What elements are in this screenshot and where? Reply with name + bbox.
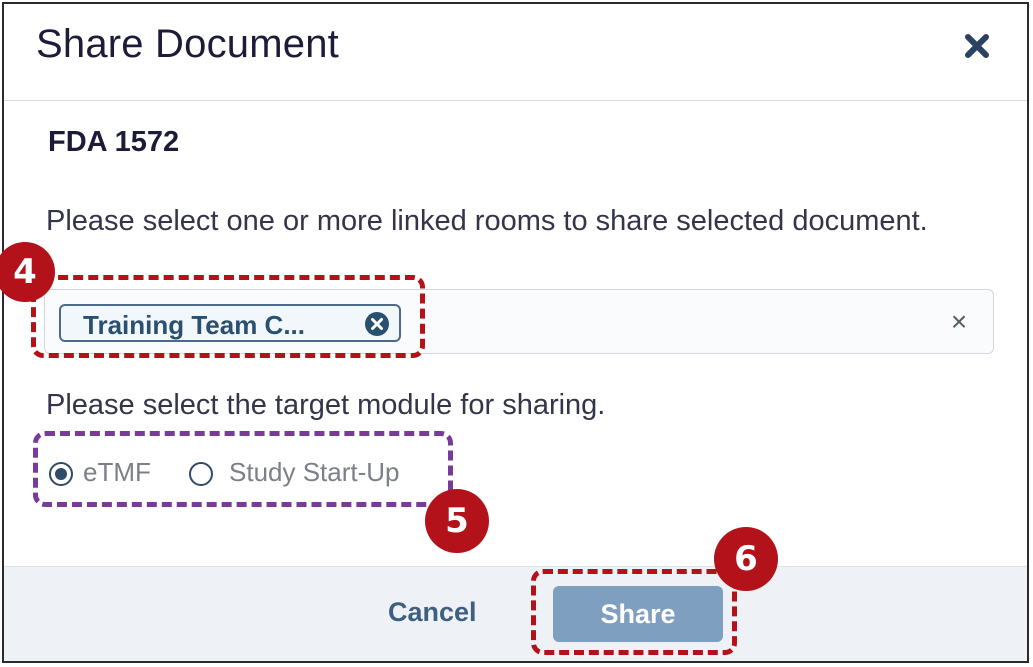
dialog-footer: Cancel Share — [4, 566, 1027, 661]
close-icon[interactable] — [961, 30, 993, 62]
step-5-highlight — [33, 431, 453, 507]
step-6-highlight — [531, 569, 737, 655]
share-instructions: Please select one or more linked rooms t… — [46, 205, 928, 237]
clear-icon[interactable]: × — [947, 308, 971, 336]
document-name: FDA 1572 — [48, 126, 180, 158]
step-6-badge: 6 — [714, 527, 778, 591]
step-4-highlight — [31, 275, 425, 358]
step-5-badge: 5 — [425, 489, 489, 553]
cancel-button[interactable]: Cancel — [388, 597, 477, 628]
dialog-title: Share Document — [36, 22, 339, 66]
module-prompt: Please select the target module for shar… — [46, 389, 606, 421]
dialog-header: Share Document — [4, 4, 1027, 101]
